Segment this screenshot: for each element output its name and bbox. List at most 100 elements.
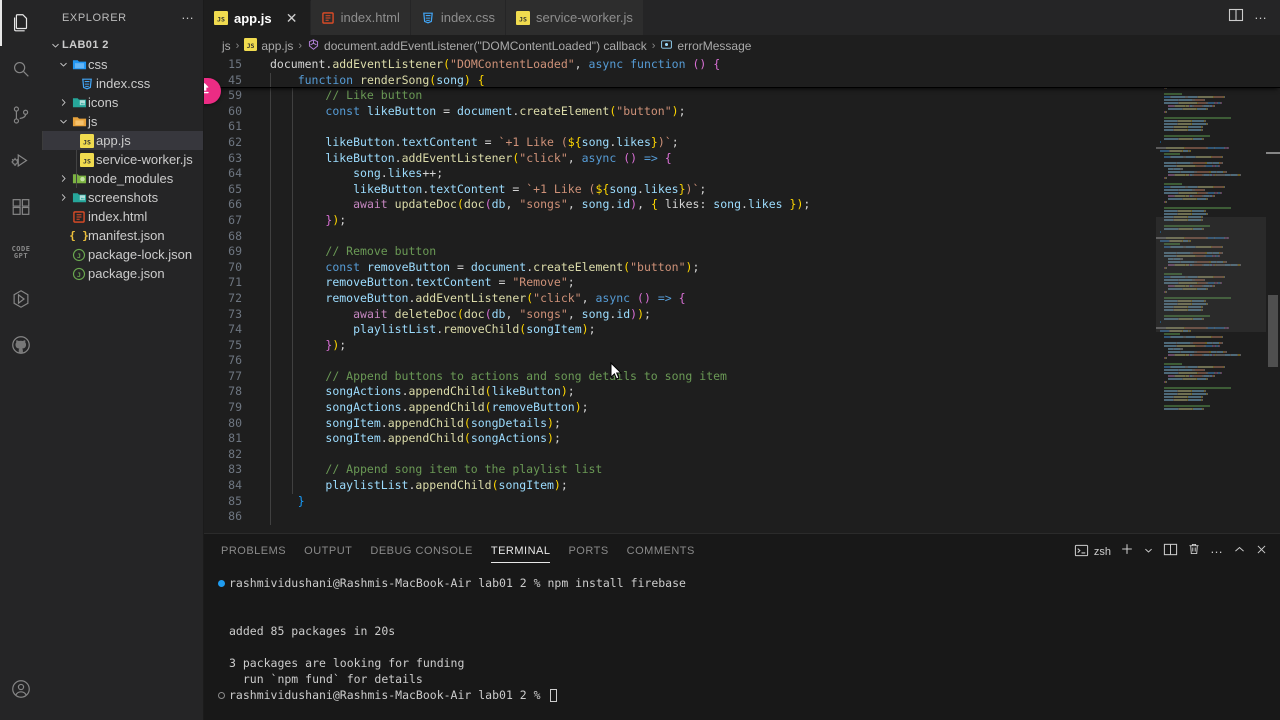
terminal-output[interactable]: rashmividushani@Rashmis-MacBook-Air lab0… <box>204 569 1280 720</box>
code-line-text: removeButton.addEventListener("click", a… <box>260 290 686 307</box>
code-line[interactable]: 77 // Append buttons to actions and song… <box>204 368 1280 385</box>
code-line[interactable]: 15 document.addEventListener("DOMContentL… <box>204 57 1280 73</box>
activity-item-hexagon-ext[interactable] <box>0 276 42 322</box>
panel-tab-terminal[interactable]: TERMINAL <box>490 534 551 569</box>
chevron-down-icon[interactable] <box>1143 543 1154 561</box>
code-line[interactable]: 84 playlistList.appendChild(songItem); <box>204 478 1280 494</box>
tree-folder-js[interactable]: js <box>42 112 203 131</box>
close-icon[interactable] <box>1255 543 1268 561</box>
activity-item-extensions[interactable] <box>0 184 42 230</box>
chevron-down-icon[interactable] <box>56 116 70 127</box>
explorer-header: EXPLORER … <box>42 0 203 35</box>
tree-folder-css[interactable]: css <box>42 55 203 74</box>
tree-file-app-js[interactable]: JS app.js <box>42 131 203 150</box>
code-line[interactable]: 60 const likeButton = document.createEle… <box>204 103 1280 120</box>
tree-folder-node-modules[interactable]: node_modules <box>42 169 203 188</box>
editor-tab-index-css[interactable]: index.css <box>410 0 507 35</box>
tree-file-service-worker-js[interactable]: JS service-worker.js <box>42 150 203 169</box>
chevron-right-icon[interactable] <box>56 173 70 184</box>
breadcrumb-item-symbol-callback[interactable]: document.addEventListener("DOMContentLoa… <box>307 38 647 54</box>
code-line[interactable]: 78 songActions.appendChild(likeButton); <box>204 384 1280 401</box>
code-line[interactable]: 83 // Append song item to the playlist l… <box>204 462 1280 479</box>
panel-tab-output[interactable]: OUTPUT <box>304 534 352 569</box>
trash-icon[interactable] <box>1187 542 1201 561</box>
svg-text:JS: JS <box>217 16 225 24</box>
code-line[interactable]: 81 songItem.appendChild(songActions); <box>204 431 1280 447</box>
code-line[interactable]: 63 likeButton.addEventListener("click", … <box>204 150 1280 167</box>
code-line[interactable]: 64 song.likes++; <box>204 166 1280 182</box>
code-line-text: const removeButton = document.createElem… <box>260 259 699 276</box>
panel-tab-comments[interactable]: COMMENTS <box>627 534 695 569</box>
code-line[interactable]: 80 songItem.appendChild(songDetails); <box>204 415 1280 432</box>
minimap[interactable] <box>1156 57 1266 533</box>
tree-file-manifest-json[interactable]: { } manifest.json <box>42 226 203 245</box>
split-editor-icon[interactable] <box>1228 7 1244 28</box>
code-line[interactable]: 45 function renderSong(song) { <box>204 72 1280 89</box>
breadcrumb-item-symbol-variable[interactable]: errorMessage <box>660 38 751 54</box>
code-line[interactable]: 69 // Remove button <box>204 244 1280 260</box>
editor-tab-service-worker-js[interactable]: JS service-worker.js <box>506 0 644 35</box>
terminal-shell-chip[interactable]: zsh <box>1074 543 1111 561</box>
panel-tab-debug-console[interactable]: DEBUG CONSOLE <box>370 534 472 569</box>
code-line[interactable]: 76 <box>204 353 1280 369</box>
code-content[interactable]: 59 // Like button 60 const likeButton = d… <box>204 57 1280 533</box>
activity-item-search[interactable] <box>0 46 42 92</box>
explorer-more-actions-icon[interactable]: … <box>181 8 195 24</box>
code-line[interactable]: 66 await updateDoc(doc(db, "songs", song… <box>204 197 1280 213</box>
chevron-right-icon[interactable] <box>56 192 70 203</box>
breadcrumb-label: app.js <box>261 39 294 53</box>
tree-file-index-html[interactable]: index.html <box>42 207 203 226</box>
new-terminal-icon[interactable] <box>1120 542 1134 561</box>
chevron-up-icon[interactable] <box>1233 543 1246 561</box>
tree-folder-screenshots[interactable]: screenshots <box>42 188 203 207</box>
tree-folder-icons[interactable]: icons <box>42 93 203 112</box>
activity-item-explorer[interactable] <box>0 0 42 46</box>
sticky-scroll[interactable]: 15 document.addEventListener("DOMContentL… <box>204 57 1280 89</box>
code-line[interactable]: 73 await deleteDoc(doc(db, "songs", song… <box>204 306 1280 323</box>
code-line[interactable]: 82 <box>204 446 1280 463</box>
editor-scrollbar[interactable] <box>1266 57 1280 533</box>
panel-tab-problems[interactable]: PROBLEMS <box>221 534 286 569</box>
code-line[interactable]: 62 likeButton.textContent = `+1 Like (${… <box>204 134 1280 151</box>
activity-item-source-control[interactable] <box>0 92 42 138</box>
activity-item-run-debug[interactable] <box>0 138 42 184</box>
code-line[interactable]: 61 <box>204 119 1280 135</box>
code-line[interactable]: 67 }); <box>204 212 1280 229</box>
chevron-down-icon[interactable] <box>48 40 62 51</box>
code-line[interactable]: 68 <box>204 228 1280 245</box>
tree-root-item[interactable]: LAB01 2 <box>42 36 203 55</box>
code-line[interactable]: 72 removeButton.addEventListener("click"… <box>204 290 1280 307</box>
code-line[interactable]: 86 <box>204 509 1280 525</box>
activity-item-github[interactable] <box>0 322 42 368</box>
activity-item-accounts[interactable] <box>0 666 42 712</box>
chevron-down-icon[interactable] <box>56 59 70 70</box>
tree-file-package-json[interactable]: Jpackage.json <box>42 264 203 283</box>
code-line[interactable]: 85 } <box>204 493 1280 510</box>
breadcrumb-item-file[interactable]: JS app.js <box>244 38 293 54</box>
code-line[interactable]: 71 removeButton.textContent = "Remove"; <box>204 275 1280 291</box>
line-number: 67 <box>228 212 242 227</box>
tree-file-package-lock-json[interactable]: Jpackage-lock.json <box>42 245 203 264</box>
minimap-slider[interactable] <box>1156 217 1266 332</box>
code-line[interactable]: 74 playlistList.removeChild(songItem); <box>204 322 1280 338</box>
editor-tab-app-js[interactable]: JS app.js ✕ <box>204 0 311 35</box>
code-line[interactable]: 75 }); <box>204 337 1280 354</box>
minimap-line <box>1156 180 1266 182</box>
panel-more-actions-icon[interactable]: … <box>1210 542 1224 558</box>
code-line[interactable]: 70 const removeButton = document.createE… <box>204 259 1280 276</box>
split-terminal-icon[interactable] <box>1163 542 1178 562</box>
panel-tab-ports[interactable]: PORTS <box>568 534 608 569</box>
activity-item-codegpt[interactable]: CODE GPT <box>0 230 42 276</box>
close-icon[interactable]: ✕ <box>284 10 300 26</box>
tree-file-index-css[interactable]: index.css <box>42 74 203 93</box>
chevron-right-icon[interactable] <box>56 97 70 108</box>
editor-more-actions-icon[interactable]: … <box>1254 8 1268 24</box>
breadcrumb-item-folder[interactable]: js <box>222 39 231 53</box>
editor-tab-index-html[interactable]: index.html <box>310 0 411 35</box>
editor-viewport[interactable]: 59 // Like button 60 const likeButton = d… <box>204 57 1280 533</box>
code-line[interactable]: 79 songActions.appendChild(removeButton)… <box>204 400 1280 416</box>
minimap-line <box>1156 369 1266 371</box>
editor-scrollbar-thumb[interactable] <box>1268 295 1278 367</box>
code-line[interactable]: 65 likeButton.textContent = `+1 Like (${… <box>204 181 1280 198</box>
code-line[interactable]: 59 // Like button <box>204 88 1280 104</box>
